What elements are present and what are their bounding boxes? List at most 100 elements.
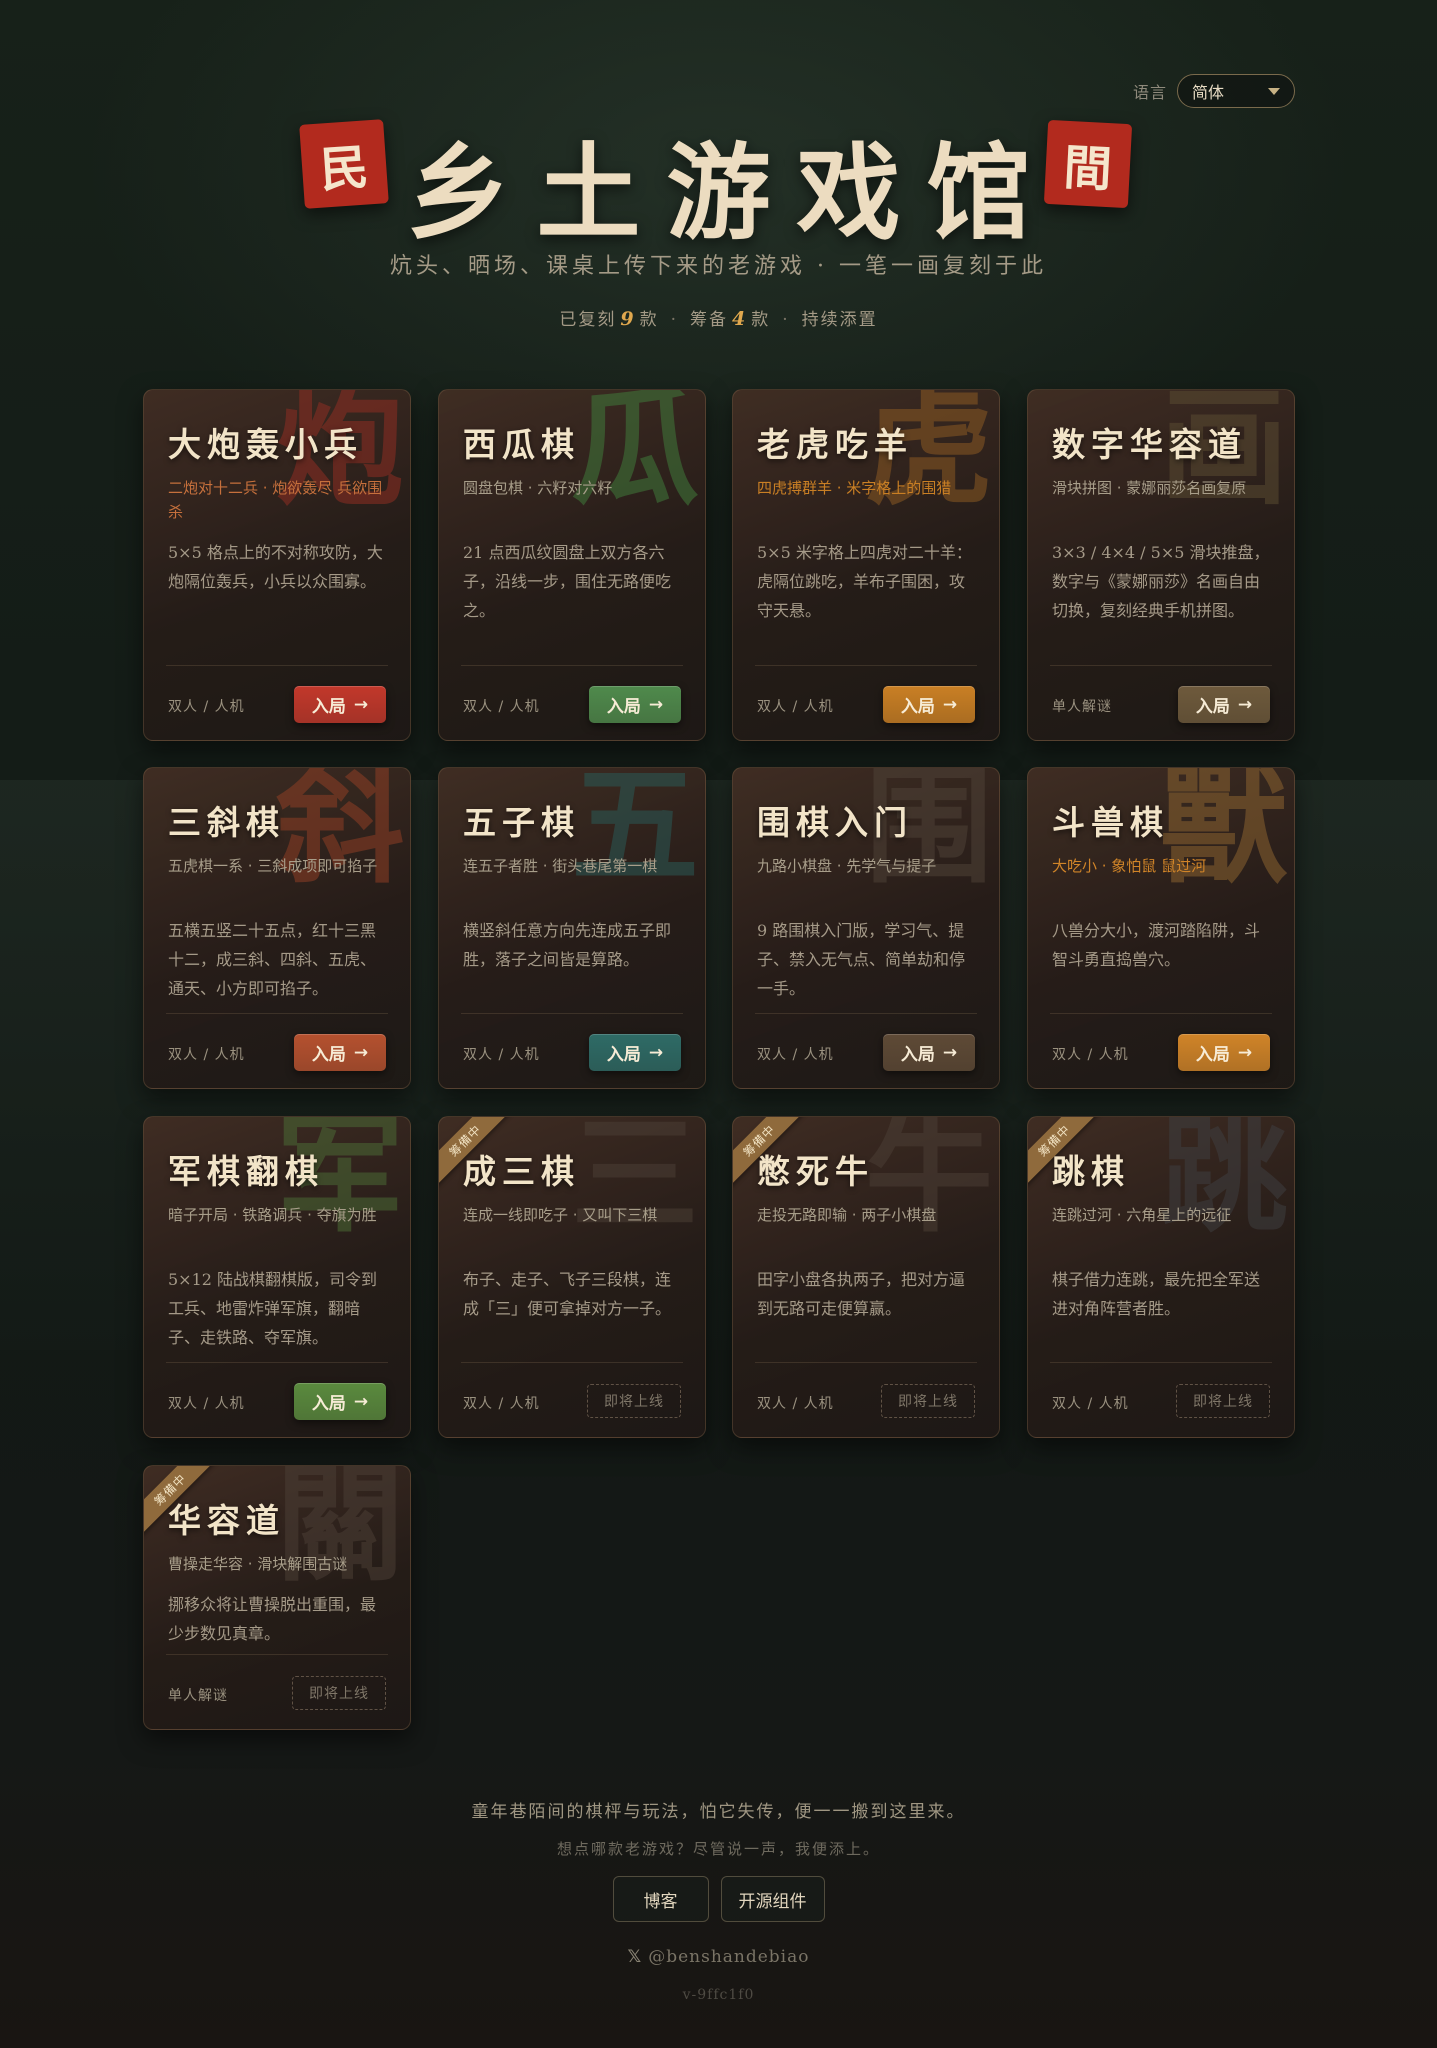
coming-soon-badge: 即将上线 [587, 1384, 681, 1418]
page-title: 乡土游戏馆 [406, 131, 1057, 254]
card-divider [1050, 1013, 1272, 1014]
card-description: 五横五竖二十五点，红十三黑十二，成三斜、四斜、五虎、通天、小方即可掐子。 [168, 921, 377, 998]
card-description: 田字小盘各执两子，把对方逼到无路可走便算赢。 [757, 1270, 966, 1318]
player-mode: 单人解谜 [168, 1688, 228, 1704]
x-icon: 𝕏 [627, 1947, 643, 1967]
card-title: 三斜棋 [168, 803, 285, 842]
card-divider [461, 1362, 683, 1363]
card-tagline: 走投无路即输 · 两子小棋盘 [757, 1206, 937, 1224]
game-card: 炮大炮轰小兵 二炮对十二兵 · 炮欲轰尽 兵欲围杀 5×5 格点上的不对称攻防，大炮… [143, 389, 411, 741]
arrow-right-icon: → [942, 1042, 958, 1063]
enter-game-label: 入局 [311, 697, 346, 717]
enter-game-button[interactable]: 入局 → [294, 1034, 386, 1071]
coming-soon-badge: 即将上线 [881, 1384, 975, 1418]
enter-game-label: 入局 [1195, 1045, 1230, 1065]
card-tagline: 曹操走华容 · 滑块解围古谜 [168, 1555, 348, 1573]
card-divider [755, 1362, 977, 1363]
social-handle: @benshandebiao [648, 1947, 810, 1967]
chevron-down-icon [1268, 87, 1280, 95]
card-description: 布子、走子、飞子三段棋，连成「三」便可拿掉对方一子。 [463, 1270, 672, 1318]
player-mode: 双人 / 人机 [168, 1047, 245, 1063]
game-card: 跳筹備中 跳棋 连跳过河 · 六角星上的远征 棋子借力连跳，最先把全军送进对角阵营者胜… [1027, 1116, 1295, 1438]
player-mode: 双人 / 人机 [168, 1396, 245, 1412]
player-mode: 双人 / 人机 [463, 1047, 540, 1063]
card-description: 棋子借力连跳，最先把全军送进对角阵营者胜。 [1052, 1270, 1261, 1318]
arrow-right-icon: → [1237, 1042, 1253, 1063]
enter-game-button[interactable]: 入局 → [883, 1034, 975, 1071]
player-mode: 双人 / 人机 [1052, 1396, 1129, 1412]
enter-game-button[interactable]: 入局 → [1178, 686, 1270, 723]
card-description: 5×5 格点上的不对称攻防，大炮隔位轰兵，小兵以众围寡。 [168, 543, 383, 591]
stats-replicated-count: 9 [620, 308, 636, 330]
game-card: 牛筹備中 憋死牛 走投无路即输 · 两子小棋盘 田字小盘各执两子，把对方逼到无路可走便… [732, 1116, 1000, 1438]
arrow-right-icon: → [353, 1391, 369, 1412]
stats-ongoing: 持续添置 [801, 310, 878, 330]
social-link[interactable]: 𝕏 @benshandebiao [0, 1947, 1437, 1967]
stats-separator: · [782, 310, 790, 330]
card-title: 西瓜棋 [463, 425, 580, 464]
card-tagline: 圆盘包棋 · 六籽对六籽 [463, 479, 613, 497]
enter-game-label: 入局 [606, 1045, 641, 1065]
card-description: 5×12 陆战棋翻棋版，司令到工兵、地雷炸弹军旗，翻暗子、走铁路、夺军旗。 [168, 1270, 378, 1347]
enter-game-button[interactable]: 入局 → [589, 686, 681, 723]
stats-line: 已复刻 9 款 · 筹备 4 款 · 持续添置 [0, 305, 1437, 330]
card-description: 挪移众将让曹操脱出重围，最少步数见真章。 [168, 1595, 377, 1643]
player-mode: 双人 / 人机 [757, 699, 834, 715]
open-source-button[interactable]: 开源组件 [720, 1876, 825, 1922]
card-title: 跳棋 [1052, 1152, 1130, 1191]
card-divider [755, 1013, 977, 1014]
game-card: 斜三斜棋 五虎棋一系 · 三斜成项即可掐子 五横五竖二十五点，红十三黑十二，成三斜、… [143, 767, 411, 1089]
card-tagline: 五虎棋一系 · 三斜成项即可掐子 [168, 857, 378, 875]
enter-game-button[interactable]: 入局 → [883, 686, 975, 723]
footer-links: 博客 开源组件 [0, 1876, 1437, 1922]
arrow-right-icon: → [1237, 694, 1253, 715]
stats-separator: · [670, 310, 678, 330]
card-divider [166, 1013, 388, 1014]
player-mode: 双人 / 人机 [168, 699, 245, 715]
game-card: 關筹備中 华容道 曹操走华容 · 滑块解围古谜 挪移众将让曹操脱出重围，最少步数见真章… [143, 1465, 411, 1730]
card-description: 21 点西瓜纹圆盘上双方各六子，沿线一步，围住无路便吃之。 [463, 543, 672, 620]
enter-game-label: 入局 [311, 1394, 346, 1414]
card-tagline: 连五子者胜 · 街头巷尾第一棋 [463, 857, 658, 875]
enter-game-button[interactable]: 入局 → [589, 1034, 681, 1071]
card-tagline: 四虎搏群羊 · 米字格上的围猎 [757, 479, 952, 497]
card-title: 大炮轰小兵 [168, 425, 363, 464]
seal-right: 間 [1043, 119, 1133, 209]
language-select[interactable]: 简体 [1177, 74, 1295, 108]
card-divider [1050, 1362, 1272, 1363]
enter-game-button[interactable]: 入局 → [294, 686, 386, 723]
language-switcher: 语言 简体 [1133, 74, 1295, 108]
page-subtitle: 炕头、晒场、课桌上传下来的老游戏 · 一笔一画复刻于此 [390, 254, 1047, 279]
card-title: 军棋翻棋 [168, 1152, 324, 1191]
language-select-value: 简体 [1192, 83, 1225, 102]
footer-tagline: 童年巷陌间的棋枰与玩法，怕它失传，便一一搬到这里来。 [471, 1802, 966, 1822]
card-divider [1050, 665, 1272, 666]
game-card: 五五子棋 连五子者胜 · 街头巷尾第一棋 横竖斜任意方向先连成五子即胜，落子之间皆是… [438, 767, 706, 1089]
card-tagline: 连跳过河 · 六角星上的远征 [1052, 1206, 1232, 1224]
enter-game-label: 入局 [311, 1045, 346, 1065]
arrow-right-icon: → [648, 1042, 664, 1063]
player-mode: 双人 / 人机 [1052, 1047, 1129, 1063]
stats-unit: 款 [751, 310, 771, 330]
card-description: 3×3 / 4×4 / 5×5 滑块推盘，数字与《蒙娜丽莎》名画自由切换，复刻经… [1052, 543, 1270, 620]
player-mode: 双人 / 人机 [757, 1396, 834, 1412]
card-divider [461, 665, 683, 666]
stats-planned-count: 4 [732, 308, 748, 330]
card-title: 斗兽棋 [1052, 803, 1169, 842]
enter-game-label: 入局 [1195, 697, 1230, 717]
enter-game-button[interactable]: 入局 → [294, 1383, 386, 1420]
game-card: 瓜西瓜棋 圆盘包棋 · 六籽对六籽 21 点西瓜纹圆盘上双方各六子，沿线一步，围住无… [438, 389, 706, 741]
enter-game-button[interactable]: 入局 → [1178, 1034, 1270, 1071]
card-title: 数字华容道 [1052, 425, 1247, 464]
card-tagline: 暗子开局 · 铁路调兵 · 夺旗为胜 [168, 1206, 377, 1224]
blog-button[interactable]: 博客 [612, 1876, 709, 1922]
player-mode: 单人解谜 [1052, 699, 1112, 715]
game-card: 三筹備中 成三棋 连成一线即吃子 · 又叫下三棋 布子、走子、飞子三段棋，连成「三」便… [438, 1116, 706, 1438]
version-label: v-9ffc1f0 [682, 1987, 755, 2003]
game-card: 围围棋入门 九路小棋盘 · 先学气与提子 9 路围棋入门版，学习气、提子、禁入无气点… [732, 767, 1000, 1089]
card-description: 9 路围棋入门版，学习气、提子、禁入无气点、简单劫和停一手。 [757, 921, 966, 998]
player-mode: 双人 / 人机 [463, 1396, 540, 1412]
card-description: 5×5 米字格上四虎对二十羊：虎隔位跳吃，羊布子围困，攻守天悬。 [757, 543, 972, 620]
arrow-right-icon: → [353, 1042, 369, 1063]
card-divider [166, 665, 388, 666]
